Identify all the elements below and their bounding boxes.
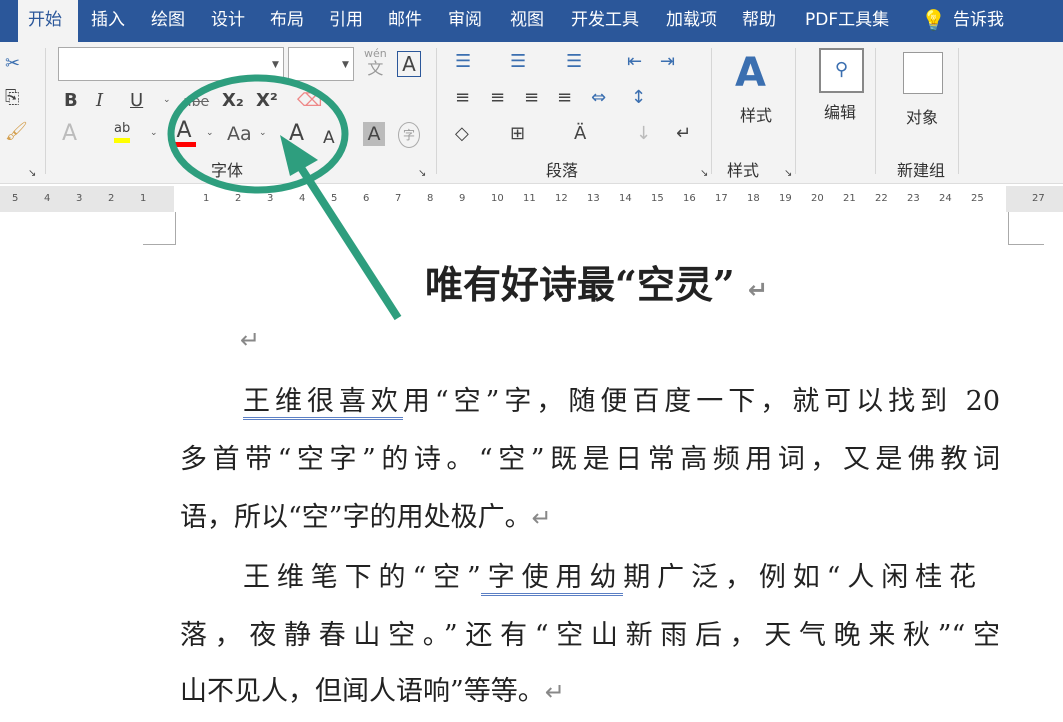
annotation-overlay [167,74,402,321]
annotation-arrow [292,157,402,321]
arrow-head [280,135,318,176]
highlight-ellipse [167,74,349,194]
